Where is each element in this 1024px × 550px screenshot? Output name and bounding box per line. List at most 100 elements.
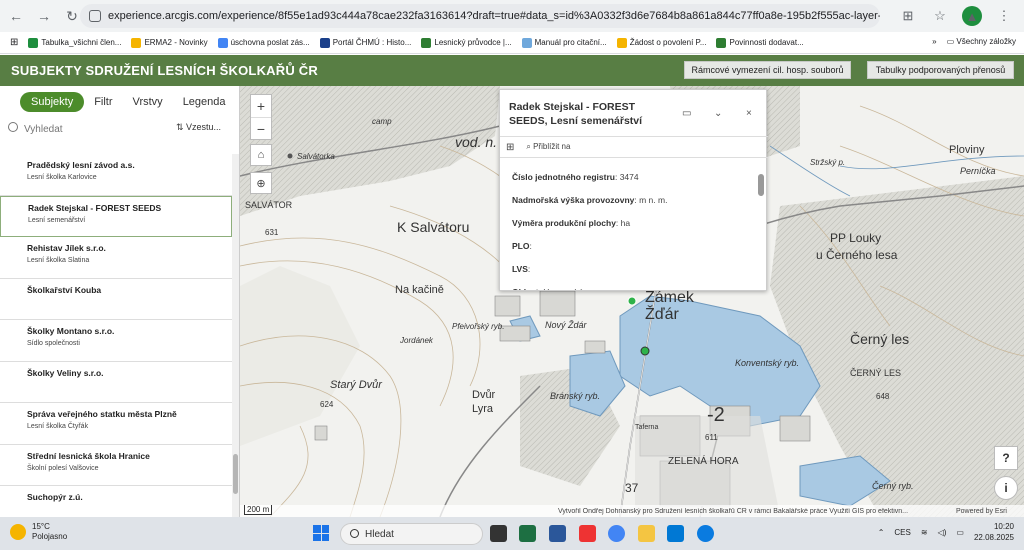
excel-icon[interactable] xyxy=(519,525,536,542)
weather-widget[interactable]: 15°C Polojasno xyxy=(10,522,67,542)
zoom-out-button[interactable]: − xyxy=(251,117,271,139)
home-button[interactable]: ⌂ xyxy=(250,144,272,166)
list-item-title: Radek Stejskal - FOREST SEEDS xyxy=(28,202,162,213)
translate-icon[interactable]: ⊞ xyxy=(898,6,918,26)
popup-field-value: Hercynská xyxy=(543,287,583,290)
action-grid-icon[interactable]: ⊞ xyxy=(506,142,514,153)
list-item-title: Rehistav Jílek s.r.o. xyxy=(27,243,106,253)
map-label: Lyra xyxy=(472,403,493,415)
dock-icon[interactable]: ▭ xyxy=(682,108,691,119)
taskbar-search[interactable]: Hledat xyxy=(340,523,483,545)
edge-icon[interactable] xyxy=(697,525,714,542)
list-scroll-thumb[interactable] xyxy=(233,454,238,494)
info-button[interactable]: i xyxy=(994,476,1018,500)
task-view-icon[interactable] xyxy=(490,525,507,542)
back-icon[interactable]: ← xyxy=(4,4,28,28)
transfer-tables-button[interactable]: Tabulky podporovaných přenosů xyxy=(867,61,1014,79)
map-label: Ploviny xyxy=(949,144,985,156)
sidebar: Subjekty Filtr Vrstvy Legenda ⇅ Vzestu..… xyxy=(0,86,240,517)
menu-dots-icon[interactable]: ⋮ xyxy=(994,6,1014,26)
list-item[interactable]: Střední lesnická škola Hranice Školní pol… xyxy=(0,445,232,486)
map-label: Nový Ždár xyxy=(545,320,587,330)
list-item[interactable]: Rehistav Jílek s.r.o. Lesní školka Slatin… xyxy=(0,237,232,279)
volume-icon[interactable]: ◁) xyxy=(938,528,947,537)
tab-vrstvy[interactable]: Vrstvy xyxy=(123,92,173,112)
bookmark-item[interactable]: Tabulka_všichni člen... xyxy=(28,37,121,48)
extension-icon[interactable]: ▲ xyxy=(962,6,982,26)
list-item-title: Pradědský lesní závod a.s. xyxy=(27,160,135,170)
list-item[interactable]: Pradědský lesní závod a.s. Lesní školka K… xyxy=(0,154,232,196)
app-header: SUBJEKTY SDRUŽENÍ LESNÍCH ŠKOLKAŘŮ ČR Rá… xyxy=(0,55,1024,86)
tab-legenda[interactable]: Legenda xyxy=(173,92,236,112)
list-item[interactable]: Suchopýr z.ú. xyxy=(0,486,232,517)
map-label: Na kačině xyxy=(395,284,444,296)
list-item-subtitle: Lesní školka Karlovice xyxy=(27,174,97,181)
tab-subjekty[interactable]: Subjekty xyxy=(20,92,85,112)
pdf-icon[interactable] xyxy=(579,525,596,542)
list-item[interactable]: Školky Veliny s.r.o. xyxy=(0,362,232,403)
all-bookmarks-folder[interactable]: ▭ Všechny záložky xyxy=(947,37,1016,46)
clock[interactable]: 10:20 22.08.2025 xyxy=(974,521,1014,543)
zoom-to-button[interactable]: ⌕ Přiblížit na xyxy=(526,142,570,152)
close-icon[interactable]: × xyxy=(746,108,752,119)
list-item[interactable]: Školky Montano s.r.o. Sídlo společnosti xyxy=(0,320,232,362)
locate-button[interactable]: ⊕ xyxy=(250,172,272,194)
popup-field-label: LVS xyxy=(512,264,528,274)
sort-button[interactable]: ⇅ Vzestu... xyxy=(176,122,221,133)
wifi-icon[interactable]: ≋ xyxy=(921,528,928,537)
language-indicator[interactable]: CES xyxy=(894,528,910,537)
list-item[interactable]: Správa veřejného statku města Plzně Lesní… xyxy=(0,403,232,445)
file-explorer-icon[interactable] xyxy=(638,525,655,542)
battery-icon[interactable]: ▭ xyxy=(956,528,964,537)
map-label: -2 xyxy=(707,404,725,426)
list-item-subtitle: Sídlo společnosti xyxy=(27,340,80,347)
list-item-title: Střední lesnická škola Hranice xyxy=(27,450,150,461)
subject-list: Pradědský lesní závod a.s. Lesní školka K… xyxy=(0,154,232,517)
popup-title: Radek Stejskal - FOREST SEEDS, Lesní sem… xyxy=(509,101,643,127)
windows-start-icon[interactable] xyxy=(313,525,329,541)
list-item-subtitle: Lesní školka Čtyřák xyxy=(27,423,89,430)
partly-sunny-icon xyxy=(10,524,26,540)
notepad-icon[interactable] xyxy=(667,525,684,542)
bookmark-item[interactable]: Portál ČHMÚ : Histo... xyxy=(319,37,411,48)
taskbar: 15°C Polojasno Hledat ⌃ CES ≋ ◁) ▭ 10:20… xyxy=(0,517,1024,550)
list-scrollbar[interactable] xyxy=(232,154,239,517)
bookmark-item[interactable]: úschovna poslat zás... xyxy=(217,37,310,48)
bookmark-star-icon[interactable]: ☆ xyxy=(930,6,950,26)
bookmark-item[interactable]: Žádost o povolení P... xyxy=(616,37,706,48)
list-item[interactable]: Školkařství Kouba xyxy=(0,279,232,320)
zoom-in-button[interactable]: + xyxy=(251,95,271,117)
word-icon[interactable] xyxy=(549,525,566,542)
bookmark-item[interactable]: Manuál pro citační... xyxy=(521,37,607,48)
tab-filtr[interactable]: Filtr xyxy=(84,92,122,112)
list-item-title: Školky Veliny s.r.o. xyxy=(27,367,104,378)
browser-toolbar: ← → ↻ experience.arcgis.com/experience/8… xyxy=(0,0,1024,32)
powered-by-esri[interactable]: Powered by Esri xyxy=(956,508,1007,515)
forward-icon[interactable]: → xyxy=(32,4,56,28)
help-button[interactable]: ? xyxy=(994,446,1018,470)
list-item[interactable]: Radek Stejskal - FOREST SEEDS Lesní semen… xyxy=(0,195,232,237)
framework-button[interactable]: Rámcové vymezení cil. hosp. souborů xyxy=(684,61,851,79)
popup-field-row: Nadmořská výška provozovny: m n. m. xyxy=(512,195,668,205)
map-label: vod. n. xyxy=(455,134,498,150)
apps-grid-icon[interactable]: ⊞ xyxy=(10,37,18,48)
site-info-icon[interactable] xyxy=(89,10,101,22)
popup-scrollbar[interactable] xyxy=(758,168,764,288)
address-bar[interactable]: experience.arcgis.com/experience/8f55e1a… xyxy=(80,4,880,28)
tray-chevron-icon[interactable]: ⌃ xyxy=(878,528,885,537)
all-bookmarks-label: Všechny záložky xyxy=(956,37,1016,46)
bookmarks-more[interactable]: » xyxy=(932,37,936,46)
list-item-title: Suchopýr z.ú. xyxy=(27,492,83,502)
bookmark-label: Povinnosti dodavat... xyxy=(729,38,804,47)
bookmark-item[interactable]: Lesnický průvodce |... xyxy=(421,37,512,48)
chrome-icon[interactable] xyxy=(608,525,625,542)
bookmark-item[interactable]: Povinnosti dodavat... xyxy=(716,37,804,48)
collapse-chevron-icon[interactable]: ⌄ xyxy=(714,108,722,119)
popup-field-label: Nadmořská výška provozovny xyxy=(512,195,635,205)
popup-scroll-thumb[interactable] xyxy=(758,174,764,196)
map-label: camp xyxy=(372,117,392,126)
search-input[interactable] xyxy=(24,120,164,138)
bookmark-item[interactable]: ERMA2 - Novinky xyxy=(131,37,208,48)
popup-field-row: LVS: xyxy=(512,264,531,274)
map-label: Starý Dvůr xyxy=(330,379,382,391)
